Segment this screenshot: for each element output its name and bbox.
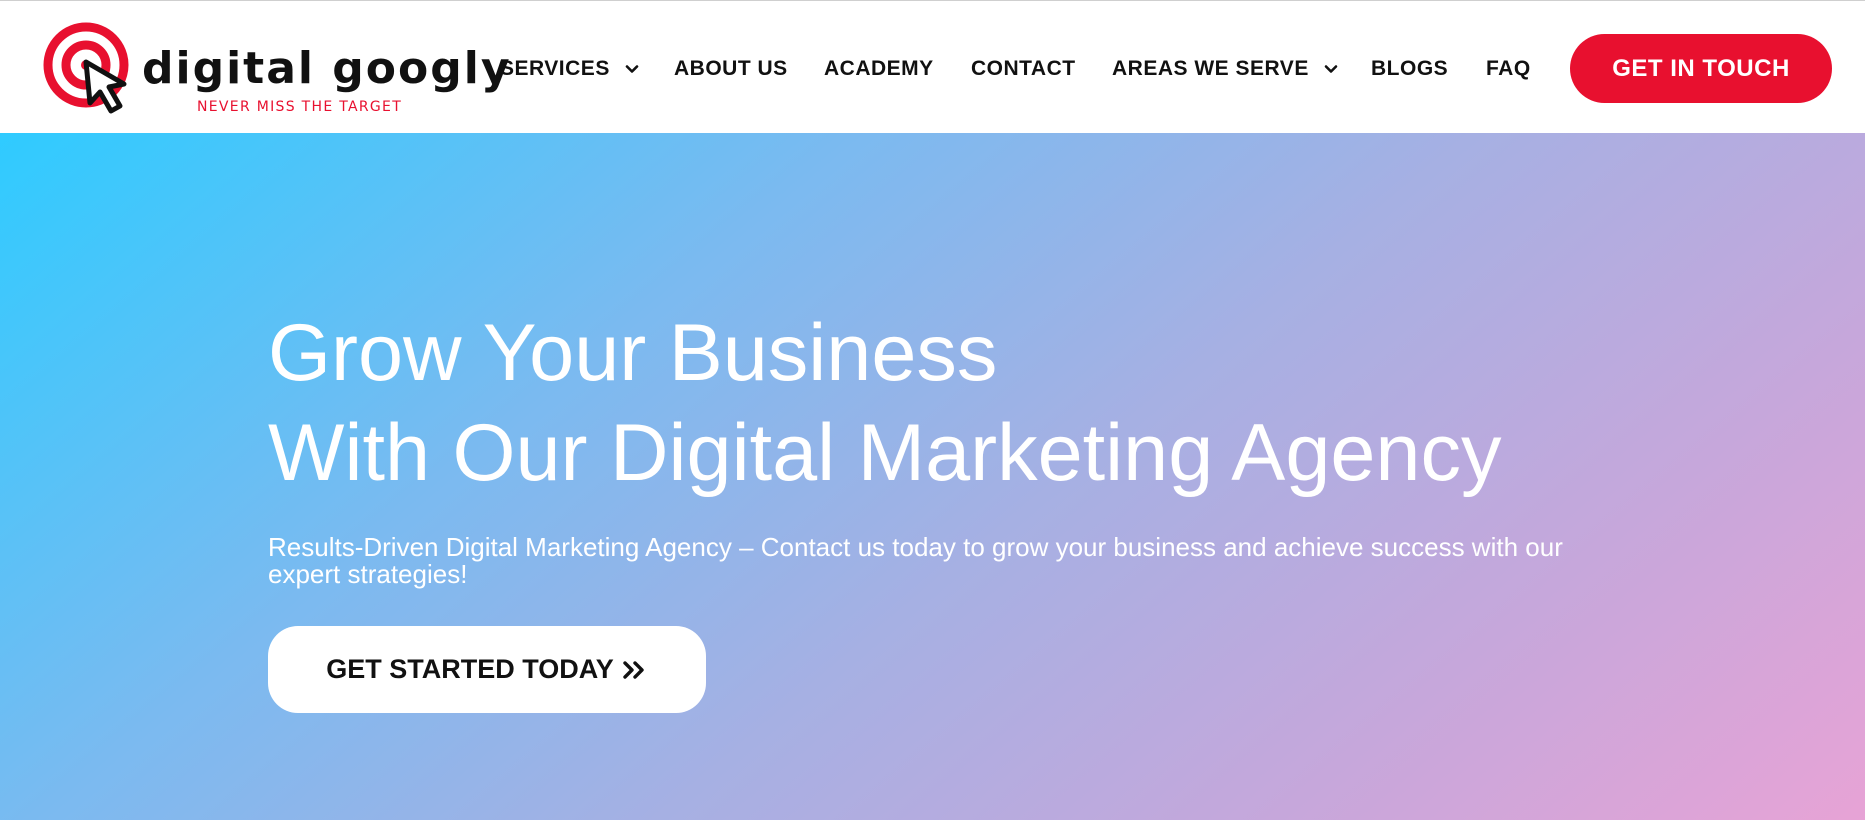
chevron-down-icon: [1324, 65, 1338, 73]
chevron-down-icon: [625, 65, 639, 73]
hero-title: Grow Your Business With Our Digital Mark…: [268, 303, 1501, 503]
nav-item-about-us[interactable]: ABOUT US: [674, 55, 788, 83]
get-started-today-button[interactable]: GET STARTED TODAY: [268, 626, 706, 713]
hero-title-line-2: With Our Digital Marketing Agency: [268, 408, 1502, 498]
nav-item-label: ACADEMY: [824, 57, 934, 80]
site-header: digital googly NEVER MISS THE TARGET SER…: [0, 0, 1865, 133]
nav-item-label: BLOGS: [1371, 57, 1449, 80]
nav-item-label: FAQ: [1486, 57, 1531, 80]
get-started-label: GET STARTED TODAY: [326, 654, 614, 684]
nav-item-blogs[interactable]: BLOGS: [1371, 55, 1448, 83]
nav-item-label: AREAS WE SERVE: [1112, 57, 1309, 80]
nav-item-contact[interactable]: CONTACT: [971, 55, 1076, 83]
nav-item-label: SERVICES: [500, 57, 610, 80]
hero-title-line-1: Grow Your Business: [268, 308, 998, 398]
nav-item-faq[interactable]: FAQ: [1486, 55, 1531, 83]
nav-item-areas-we-serve[interactable]: AREAS WE SERVE: [1112, 55, 1339, 83]
get-in-touch-button[interactable]: GET IN TOUCH: [1570, 34, 1832, 103]
hero-section: Grow Your Business With Our Digital Mark…: [0, 133, 1865, 820]
double-chevron-right-icon: [623, 660, 644, 679]
nav-item-services[interactable]: SERVICES: [500, 55, 640, 83]
nav-item-label: ABOUT US: [674, 57, 788, 80]
hero-subtitle: Results-Driven Digital Marketing Agency …: [268, 532, 1563, 589]
nav-item-academy[interactable]: ACADEMY: [824, 55, 934, 83]
nav-item-label: CONTACT: [971, 57, 1076, 80]
get-in-touch-label: GET IN TOUCH: [1612, 54, 1790, 82]
